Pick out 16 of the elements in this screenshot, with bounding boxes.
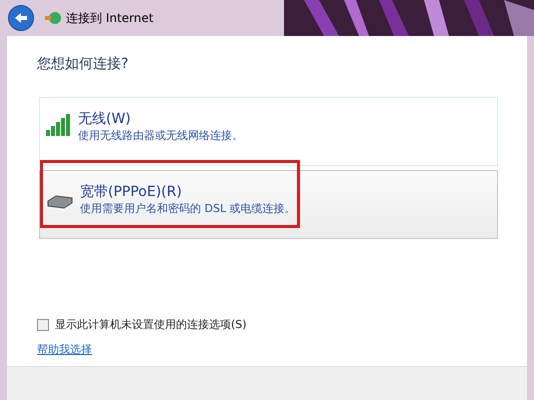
- modem-icon: [46, 193, 74, 211]
- option-title: 宽带(PPPoE)(R): [80, 183, 183, 201]
- network-globe-icon: [44, 10, 62, 26]
- signal-bars-icon: [46, 114, 72, 136]
- option-title: 无线(W): [78, 110, 132, 128]
- option-description: 使用无线路由器或无线网络连接。: [78, 128, 243, 144]
- connection-option[interactable]: 宽带(PPPoE)(R) 使用需要用户名和密码的 DSL 或电缆连接。: [39, 170, 498, 239]
- back-button[interactable]: [8, 5, 34, 31]
- checkbox[interactable]: [37, 319, 49, 332]
- window-title: 连接到 Internet: [66, 10, 154, 27]
- help-link[interactable]: 帮助我选择: [37, 342, 92, 358]
- option-description: 使用需要用户名和密码的 DSL 或电缆连接。: [80, 201, 296, 217]
- checkbox-label: 显示此计算机未设置使用的连接选项(S): [55, 317, 247, 333]
- connection-option[interactable]: 无线(W) 使用无线路由器或无线网络连接。: [39, 97, 498, 166]
- page-heading: 您想如何连接?: [37, 55, 130, 74]
- back-arrow-icon: [14, 12, 28, 24]
